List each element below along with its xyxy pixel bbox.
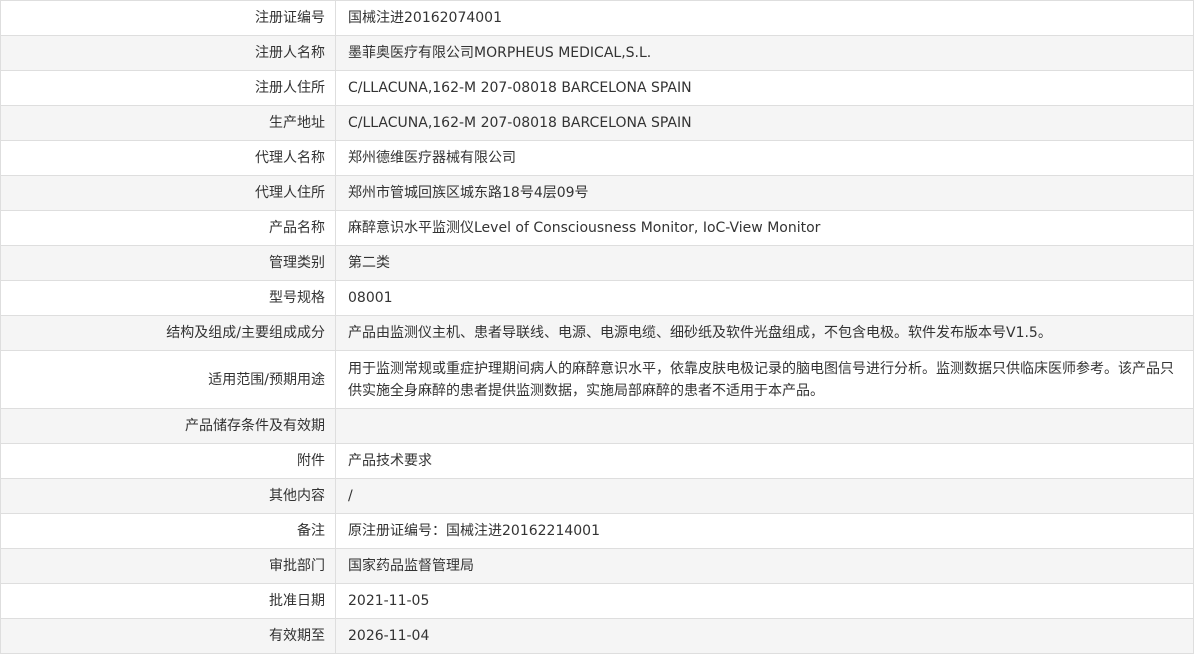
row-label: 结构及组成/主要组成成分 <box>0 315 336 351</box>
row-value: 原注册证编号：国械注进20162214001 <box>335 513 1194 549</box>
table-row-approval-date: 批准日期 2021-11-05 <box>0 583 1194 619</box>
registration-details-table: 注册证编号 国械注进20162074001 注册人名称 墨菲奥医疗有限公司MOR… <box>0 0 1194 654</box>
row-label: 批准日期 <box>0 583 336 619</box>
table-row-registration-number: 注册证编号 国械注进20162074001 <box>0 0 1194 36</box>
row-label: 产品储存条件及有效期 <box>0 408 336 444</box>
table-row-attachment: 附件 产品技术要求 <box>0 443 1194 479</box>
row-value: 国家药品监督管理局 <box>335 548 1194 584</box>
row-label: 注册证编号 <box>0 0 336 36</box>
table-row-agent-address: 代理人住所 郑州市管城回族区城东路18号4层09号 <box>0 175 1194 211</box>
row-value: 郑州德维医疗器械有限公司 <box>335 140 1194 176</box>
table-row-intended-use: 适用范围/预期用途 用于监测常规或重症护理期间病人的麻醉意识水平，依靠皮肤电极记… <box>0 350 1194 409</box>
table-row-storage-validity: 产品储存条件及有效期 <box>0 408 1194 444</box>
row-label: 生产地址 <box>0 105 336 141</box>
registration-details-body: 注册证编号 国械注进20162074001 注册人名称 墨菲奥医疗有限公司MOR… <box>0 0 1194 654</box>
table-row-registrant-name: 注册人名称 墨菲奥医疗有限公司MORPHEUS MEDICAL,S.L. <box>0 35 1194 71</box>
table-row-approval-department: 审批部门 国家药品监督管理局 <box>0 548 1194 584</box>
row-label: 其他内容 <box>0 478 336 514</box>
table-row-agent-name: 代理人名称 郑州德维医疗器械有限公司 <box>0 140 1194 176</box>
row-value: 郑州市管城回族区城东路18号4层09号 <box>335 175 1194 211</box>
row-label: 注册人住所 <box>0 70 336 106</box>
row-value: C/LLACUNA,162-M 207-08018 BARCELONA SPAI… <box>335 70 1194 106</box>
table-row-other-content: 其他内容 / <box>0 478 1194 514</box>
table-row-model-spec: 型号规格 08001 <box>0 280 1194 316</box>
row-value: 墨菲奥医疗有限公司MORPHEUS MEDICAL,S.L. <box>335 35 1194 71</box>
row-value: C/LLACUNA,162-M 207-08018 BARCELONA SPAI… <box>335 105 1194 141</box>
row-label: 附件 <box>0 443 336 479</box>
row-value: 国械注进20162074001 <box>335 0 1194 36</box>
row-label: 审批部门 <box>0 548 336 584</box>
row-value: 2026-11-04 <box>335 618 1194 654</box>
row-label: 型号规格 <box>0 280 336 316</box>
table-row-production-address: 生产地址 C/LLACUNA,162-M 207-08018 BARCELONA… <box>0 105 1194 141</box>
row-value: 用于监测常规或重症护理期间病人的麻醉意识水平，依靠皮肤电极记录的脑电图信号进行分… <box>335 350 1194 409</box>
row-label: 代理人住所 <box>0 175 336 211</box>
table-row-valid-until: 有效期至 2026-11-04 <box>0 618 1194 654</box>
row-label: 产品名称 <box>0 210 336 246</box>
row-value: 2021-11-05 <box>335 583 1194 619</box>
row-label: 注册人名称 <box>0 35 336 71</box>
table-row-registrant-address: 注册人住所 C/LLACUNA,162-M 207-08018 BARCELON… <box>0 70 1194 106</box>
row-value: 麻醉意识水平监测仪Level of Consciousness Monitor,… <box>335 210 1194 246</box>
row-label: 有效期至 <box>0 618 336 654</box>
row-value: / <box>335 478 1194 514</box>
row-value: 产品由监测仪主机、患者导联线、电源、电源电缆、细砂纸及软件光盘组成，不包含电极。… <box>335 315 1194 351</box>
row-value: 08001 <box>335 280 1194 316</box>
row-label: 代理人名称 <box>0 140 336 176</box>
table-row-management-category: 管理类别 第二类 <box>0 245 1194 281</box>
table-row-product-name: 产品名称 麻醉意识水平监测仪Level of Consciousness Mon… <box>0 210 1194 246</box>
row-label: 管理类别 <box>0 245 336 281</box>
table-row-structure-composition: 结构及组成/主要组成成分 产品由监测仪主机、患者导联线、电源、电源电缆、细砂纸及… <box>0 315 1194 351</box>
table-row-remarks: 备注 原注册证编号：国械注进20162214001 <box>0 513 1194 549</box>
row-value: 第二类 <box>335 245 1194 281</box>
row-label: 适用范围/预期用途 <box>0 350 336 409</box>
row-value: 产品技术要求 <box>335 443 1194 479</box>
row-value <box>335 408 1194 444</box>
row-label: 备注 <box>0 513 336 549</box>
